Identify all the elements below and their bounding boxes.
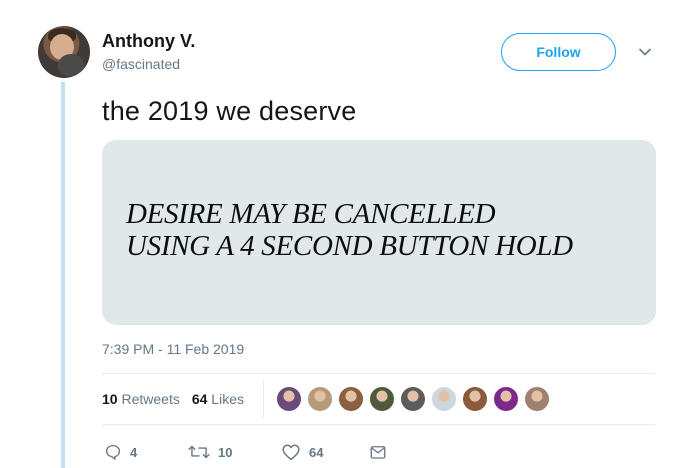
liker-avatar-4[interactable] xyxy=(369,386,395,412)
divider-top xyxy=(102,373,655,374)
likes-count: 64 xyxy=(191,391,208,407)
liker-avatar-7[interactable] xyxy=(462,386,488,412)
liker-avatar-9[interactable] xyxy=(524,386,550,412)
like-count: 64 xyxy=(309,444,324,460)
avatar-cat xyxy=(58,54,84,76)
retweets-count: 10 xyxy=(102,391,118,407)
liker-avatar-6-default[interactable] xyxy=(431,386,457,412)
chevron-down-icon[interactable] xyxy=(637,44,653,60)
likes-label: Likes xyxy=(211,391,244,407)
tweet-media-image[interactable]: DESIRE MAY BE CANCELLED USING A 4 SECOND… xyxy=(102,140,656,325)
envelope-icon xyxy=(370,446,386,459)
follow-button[interactable]: Follow xyxy=(501,33,616,71)
reply-icon xyxy=(105,444,121,460)
heart-icon xyxy=(282,444,300,461)
author-handle[interactable]: @fascinated xyxy=(102,56,180,72)
liker-avatar-8[interactable] xyxy=(493,386,519,412)
media-text-line-1: DESIRE MAY BE CANCELLED xyxy=(126,198,496,230)
retweet-count: 10 xyxy=(218,444,233,460)
divider-bottom xyxy=(102,424,655,425)
liker-avatar-2[interactable] xyxy=(307,386,333,412)
liker-avatar-3[interactable] xyxy=(338,386,364,412)
author-avatar[interactable] xyxy=(38,26,90,78)
media-text-line-2: USING A 4 SECOND BUTTON HOLD xyxy=(126,230,573,262)
like-button[interactable]: 64 xyxy=(281,443,323,461)
retweets-label: Retweets xyxy=(121,391,180,407)
retweet-button[interactable]: 10 xyxy=(188,443,232,461)
tweet-timestamp[interactable]: 7:39 PM - 11 Feb 2019 xyxy=(102,341,244,357)
likes-stat[interactable]: 64 Likes xyxy=(192,391,244,407)
reply-button[interactable]: 4 xyxy=(104,443,137,461)
retweet-icon xyxy=(188,445,210,459)
stats-separator xyxy=(263,380,264,418)
tweet-stats: 10 Retweets 64 Likes xyxy=(102,391,244,407)
retweets-stat[interactable]: 10 Retweets xyxy=(102,391,180,407)
thread-line xyxy=(61,82,65,468)
tweet-text: the 2019 we deserve xyxy=(102,96,357,126)
author-display-name[interactable]: Anthony V. xyxy=(102,31,195,52)
reply-count: 4 xyxy=(130,444,138,460)
direct-message-button[interactable] xyxy=(369,443,387,461)
liker-avatar-1[interactable] xyxy=(276,386,302,412)
liker-avatar-5[interactable] xyxy=(400,386,426,412)
